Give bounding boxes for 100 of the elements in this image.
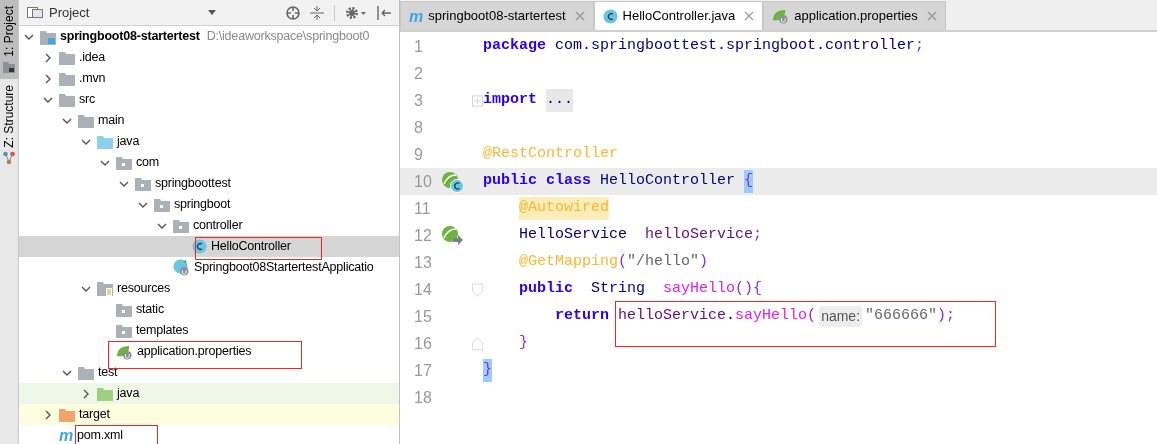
tree-item-label: templates (136, 323, 189, 338)
line-number: 3 (413, 90, 424, 111)
spring-class-icon (173, 259, 190, 276)
module-icon (40, 28, 56, 45)
code-token: String (591, 279, 647, 300)
tree-item-label: springboot (174, 197, 231, 212)
locate-icon[interactable] (286, 5, 300, 20)
autowired-gutter-icon[interactable] (441, 224, 465, 247)
tree-item-label: HelloController (211, 239, 291, 254)
code-token: . (726, 306, 736, 327)
code-token: ); (937, 306, 956, 327)
dropdown-caret-icon (208, 10, 217, 15)
tree-item[interactable]: springboottest (19, 173, 399, 194)
tree-item[interactable]: main (19, 110, 399, 131)
package-icon (116, 302, 132, 317)
tree-item-label: resources (117, 281, 171, 296)
tree-item-label: Springboot08StartertestApplicatio (194, 260, 374, 275)
code-token: "/hello" (627, 252, 700, 273)
line-number: 2 (413, 63, 424, 84)
code-token: helloService (618, 306, 727, 327)
tree-item[interactable]: controller (19, 215, 399, 236)
folder-icon (59, 407, 75, 422)
tree-item-label: src (79, 92, 96, 107)
tree-item[interactable]: m pom.xml (19, 425, 399, 444)
line-number: 12 (413, 225, 433, 246)
package-icon (116, 155, 132, 170)
code-token: ) (699, 252, 709, 273)
code-token: com.springboottest.springboot.controller (555, 36, 916, 57)
tree-item[interactable]: springboot (19, 194, 399, 215)
code-token: ... (546, 89, 574, 112)
editor-tab[interactable]: application.properties (763, 1, 946, 30)
tree-item[interactable]: static (19, 299, 399, 320)
folder-icon (97, 386, 113, 401)
tab-label: HelloController.java (622, 7, 736, 26)
tree-item[interactable]: Springboot08StartertestApplicatio (19, 257, 399, 278)
code-token: import (483, 90, 537, 111)
code-token: (){ (735, 279, 763, 300)
code-token: HelloController (600, 171, 737, 192)
folder-icon (59, 71, 75, 86)
code-token: ( (618, 252, 628, 273)
tree-item[interactable]: springboot08-startertest D:\ideaworkspace\springboot0 (19, 26, 399, 47)
fold-start-icon[interactable] (472, 281, 483, 298)
tool-window-tab[interactable]: Z: Structure (0, 78, 18, 172)
tree-item[interactable]: .mvn (19, 68, 399, 89)
collapse-all-icon[interactable] (310, 5, 324, 20)
folder-icon (78, 113, 94, 128)
line-number: 8 (413, 117, 424, 138)
code-token: } (483, 359, 492, 382)
tree-item-label: controller (193, 218, 243, 233)
code-token: public (519, 279, 574, 300)
code-token: @RestController (483, 144, 619, 165)
close-icon[interactable] (744, 11, 755, 21)
tree-item-label: .idea (79, 50, 106, 65)
tree-item[interactable]: resources (19, 278, 399, 299)
tool-window-tab[interactable]: 1: Project (0, 0, 18, 79)
editor-tab[interactable]: m springboot08-startertest (400, 1, 594, 30)
code-token: { (744, 170, 754, 193)
line-number: 16 (413, 333, 433, 354)
code-token: ( (807, 306, 817, 327)
code-token: name: (819, 306, 863, 327)
line-number: 18 (413, 387, 433, 408)
class-icon (192, 239, 207, 254)
tab-label: springboot08-startertest (428, 7, 566, 26)
tree-item-label: springboot08-startertest (60, 29, 200, 44)
tree-item[interactable]: test (19, 362, 399, 383)
tree-item[interactable]: templates (19, 320, 399, 341)
tree-item-label: target (79, 407, 110, 422)
tree-item-label: static (136, 302, 164, 317)
panel-title: Project (49, 3, 90, 22)
maven-icon: m (59, 428, 74, 443)
tree-item-label: springboottest (155, 176, 231, 191)
tree-item[interactable]: com (19, 152, 399, 173)
tree-item[interactable]: java (19, 383, 399, 404)
folder-icon (97, 134, 113, 149)
tree-item[interactable]: HelloController (19, 236, 399, 257)
properties-leaf-icon (116, 343, 133, 360)
tree-item[interactable]: .idea (19, 47, 399, 68)
line-number: 10 (413, 171, 433, 192)
line-number: 17 (413, 360, 433, 381)
tree-item[interactable]: java (19, 131, 399, 152)
structure-icon (3, 151, 15, 166)
code-token: @Autowired (519, 197, 610, 220)
line-number: 11 (413, 198, 432, 219)
folder-icon (78, 365, 94, 380)
bean-class-gutter-icon[interactable] (441, 170, 465, 193)
tree-item[interactable]: application.properties (19, 341, 399, 362)
code-token: helloService (645, 225, 754, 246)
line-number: 1 (413, 36, 424, 57)
tree-item[interactable]: target (19, 404, 399, 425)
code-token: } (519, 333, 529, 354)
class-icon (602, 8, 618, 24)
properties-leaf-icon (772, 8, 790, 24)
resources-folder-icon (97, 280, 113, 297)
editor-tab[interactable]: HelloController.java (593, 1, 764, 30)
hide-panel-icon[interactable] (377, 5, 391, 20)
tree-item[interactable]: src (19, 89, 399, 110)
package-icon (135, 176, 151, 191)
settings-icon[interactable] (345, 5, 367, 20)
line-number: 9 (413, 144, 424, 165)
tree-item-label: java (117, 386, 140, 401)
